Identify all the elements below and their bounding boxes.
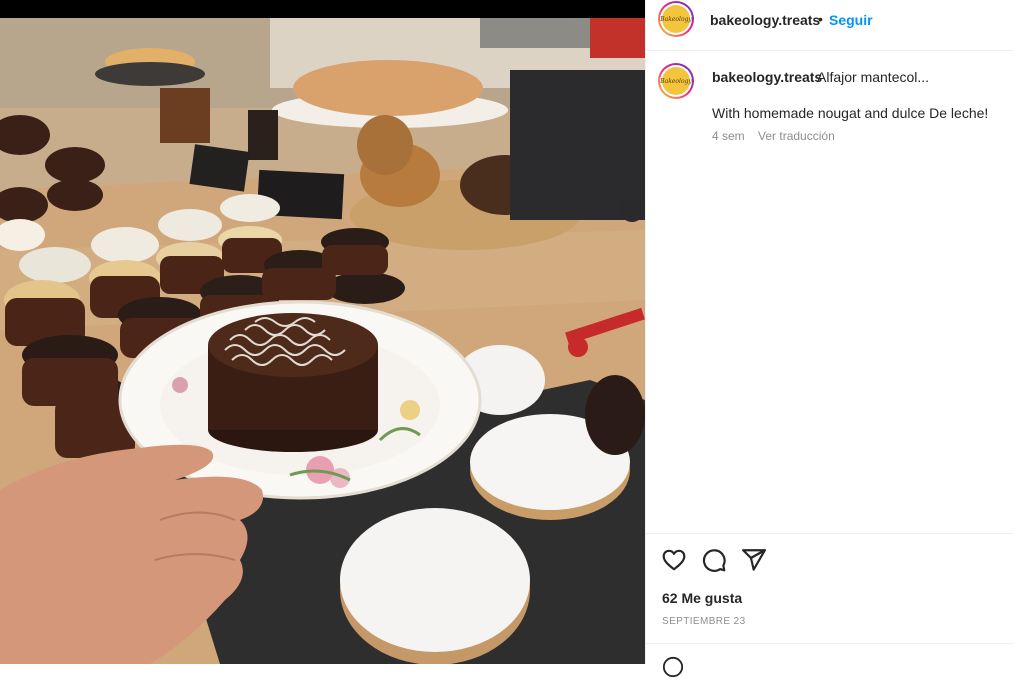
post-side-panel: Bakeology bakeology.treats • Seguir Bake… bbox=[645, 0, 1013, 678]
heart-icon[interactable] bbox=[661, 547, 687, 573]
brand-logo: Bakeology bbox=[660, 5, 692, 33]
brand-logo: Bakeology bbox=[660, 67, 692, 95]
caption-username[interactable]: bakeology.treats bbox=[712, 69, 822, 85]
translate-link[interactable]: Ver traducción bbox=[758, 129, 835, 143]
like-count[interactable]: 62 Me gusta bbox=[662, 590, 742, 606]
comment-icon[interactable] bbox=[701, 547, 727, 573]
post-photo[interactable] bbox=[0, 0, 645, 664]
caption-avatar[interactable]: Bakeology bbox=[658, 63, 694, 99]
divider bbox=[646, 643, 1013, 644]
caption-text: Alfajor mantecol... bbox=[817, 69, 930, 85]
time-ago: 4 sem bbox=[712, 129, 745, 143]
divider bbox=[646, 533, 1013, 534]
header-username[interactable]: bakeology.treats bbox=[710, 12, 820, 28]
separator-dot: • bbox=[818, 11, 823, 27]
share-icon[interactable] bbox=[741, 547, 767, 573]
post-header: Bakeology bakeology.treats • Seguir bbox=[646, 0, 1013, 51]
avatar[interactable]: Bakeology bbox=[658, 1, 694, 37]
caption-body: With homemade nougat and dulce De leche! bbox=[712, 105, 989, 121]
emoji-icon[interactable] bbox=[662, 656, 684, 678]
caption-meta: 4 sem Ver traducción bbox=[712, 129, 845, 143]
follow-button[interactable]: Seguir bbox=[829, 12, 873, 28]
post-date: SEPTIEMBRE 23 bbox=[662, 616, 746, 627]
